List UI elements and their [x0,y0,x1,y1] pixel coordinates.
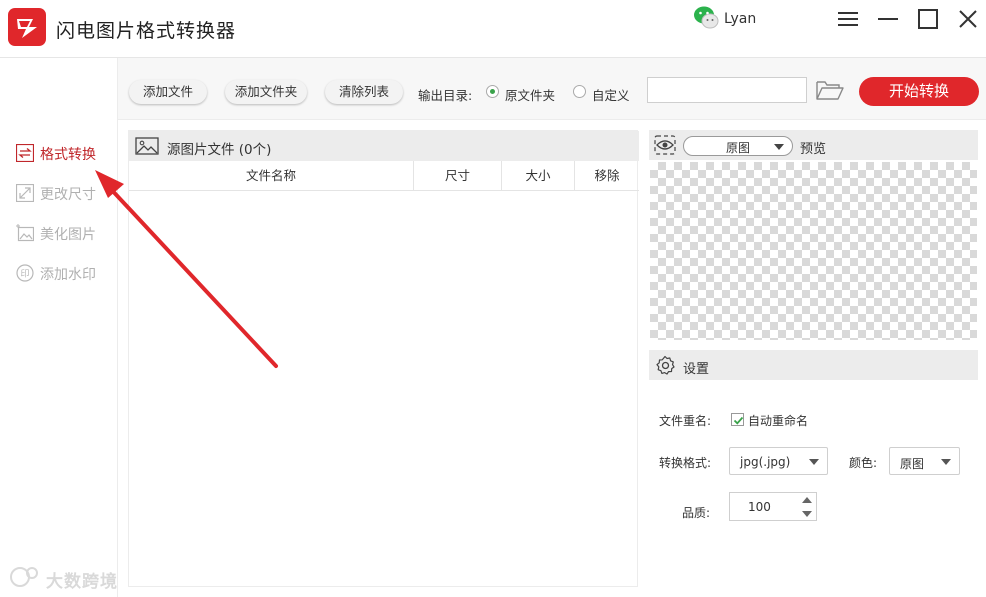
sidebar-item-watermark[interactable]: 印 添加水印 [14,262,114,284]
radio-custom-folder[interactable] [573,85,586,98]
settings-header: 设置 [649,350,978,380]
chevron-down-icon [941,459,951,465]
minimize-icon[interactable] [875,6,901,32]
sidebar-item-label: 添加水印 [40,267,96,283]
watermark-overlay: 大数跨境 [8,565,132,592]
toolbar: 添加文件 添加文件夹 清除列表 输出目录: 原文件夹 自定义 开始转换 [118,58,986,120]
preview-label: 预览 [800,142,827,157]
stepper-down-icon[interactable] [802,511,812,517]
preview-mode-select[interactable]: 原图 [683,136,793,156]
add-folder-button[interactable]: 添加文件夹 [225,80,307,104]
resize-icon [15,183,35,203]
maximize-icon[interactable] [915,6,941,32]
rename-label: 文件重名: [659,414,712,428]
color-select[interactable]: 原图 [889,447,960,475]
radio-custom-label: 自定义 [592,88,630,103]
sidebar-item-format-convert[interactable]: 格式转换 [14,142,114,164]
preview-canvas [650,162,977,340]
sidebar-item-label: 格式转换 [40,147,96,163]
preview-mode-value: 原图 [726,141,751,155]
format-select[interactable]: jpg(.jpg) [729,447,828,475]
settings-panel: 设置 文件重名: 自动重命名 转换格式: jpg(.jpg) 颜色: 原图 品质… [649,350,978,587]
sidebar-item-label: 美化图片 [40,227,96,243]
gear-icon [655,355,675,375]
app-title: 闪电图片格式转换器 [56,20,237,42]
sidebar-item-label: 更改尺寸 [40,187,96,203]
format-convert-icon [15,143,35,163]
wechat-icon [692,4,720,32]
folder-open-icon[interactable] [815,78,845,102]
column-header-dimensions[interactable]: 尺寸 [414,161,502,191]
file-panel-title: 源图片文件 (0个) [167,142,272,158]
beautify-icon [16,224,35,242]
file-panel-header: 源图片文件 (0个) [129,131,639,161]
column-header-filename[interactable]: 文件名称 [129,161,414,191]
column-header-remove[interactable]: 移除 [575,161,639,191]
quality-label: 品质: [682,506,711,520]
settings-title: 设置 [683,362,710,377]
column-header-size[interactable]: 大小 [502,161,575,191]
color-value: 原图 [900,457,925,471]
chevron-down-icon [809,459,819,465]
watermark-logo-icon [10,567,38,587]
watermark-icon: 印 [16,264,34,282]
user-name: Lyan [724,11,757,27]
menu-icon[interactable] [835,6,861,32]
quality-input[interactable] [730,493,800,520]
start-convert-button[interactable]: 开始转换 [859,77,979,106]
sidebar-item-resize[interactable]: 更改尺寸 [14,182,114,204]
sidebar-item-beautify[interactable]: 美化图片 [14,222,114,244]
radio-original-folder[interactable] [486,85,499,98]
quality-stepper[interactable] [729,492,817,521]
clear-list-button[interactable]: 清除列表 [325,80,403,104]
eye-icon [654,135,676,155]
radio-original-label: 原文件夹 [505,88,556,103]
stepper-up-icon[interactable] [802,497,812,503]
sidebar: 格式转换 更改尺寸 美化图片 印 添加水印 [0,58,118,597]
preview-panel: 原图 预览 [649,130,978,342]
auto-rename-checkbox[interactable] [731,413,744,426]
lightning-logo-icon [8,8,46,46]
preview-header: 原图 预览 [649,130,978,160]
format-label: 转换格式: [659,456,712,470]
chevron-down-icon [774,144,784,150]
file-table-header: 文件名称 尺寸 大小 移除 [129,161,639,191]
auto-rename-label: 自动重命名 [748,414,809,428]
output-dir-label: 输出目录: [418,88,473,103]
svg-text:印: 印 [20,268,29,280]
watermark-text: 大数跨境 [46,572,118,592]
output-path-input[interactable] [647,77,807,103]
color-label: 颜色: [849,456,878,470]
title-bar: 闪电图片格式转换器 Lyan [0,0,986,58]
add-file-button[interactable]: 添加文件 [129,80,207,104]
close-icon[interactable] [955,6,981,32]
format-value: jpg(.jpg) [740,455,791,469]
source-file-panel: 源图片文件 (0个) 文件名称 尺寸 大小 移除 [128,130,639,587]
image-icon [135,137,159,155]
